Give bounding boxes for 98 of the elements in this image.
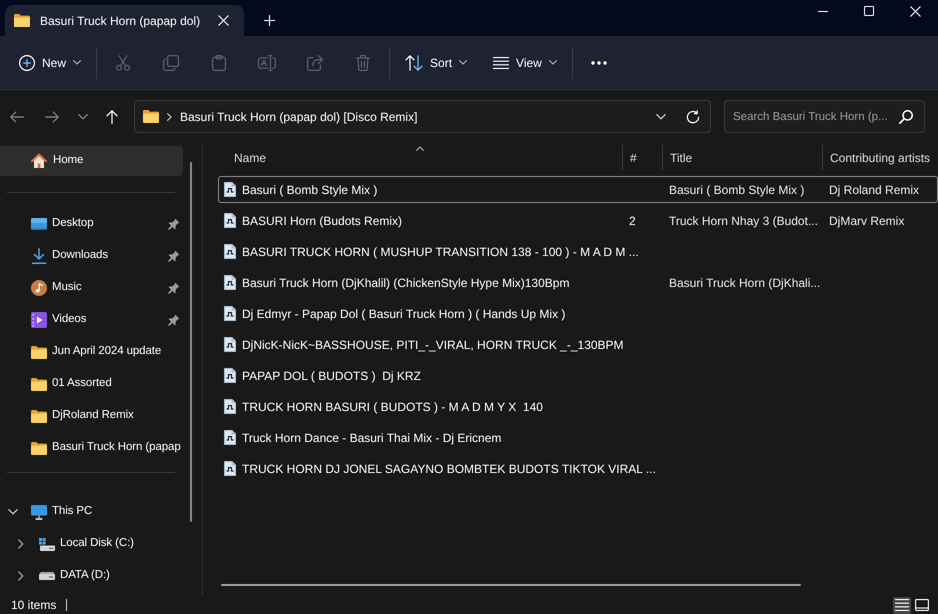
file-name: Basuri Truck Horn (DjKhalil) (ChickenStyle Hype Mix)130Bpm [242, 274, 570, 292]
details-view-icon [895, 599, 909, 611]
file-name: Truck Horn Dance - Basuri Thai Mix - Dj Ericnem [242, 430, 502, 446]
sidebar-item[interactable]: Local Disk (C:) [0, 528, 183, 560]
song-title: Basuri Truck Horn (DjKhali... [669, 276, 820, 290]
item-count: 10 items [11, 597, 56, 614]
search-icon[interactable] [899, 110, 913, 124]
track-number: 2 [629, 214, 636, 228]
audio-file-icon [224, 213, 236, 228]
sidebar-item[interactable]: Desktop [0, 208, 183, 240]
audio-file-icon [224, 306, 236, 321]
folder-icon [31, 346, 47, 358]
file-name: BASURI TRUCK HORN ( MUSHUP TRANSITION 138 - 100 ) - M A D M ... [242, 244, 639, 260]
file-row[interactable]: Basuri Truck Horn (DjKhalil) (ChickenStyle Hype Mix)130Bpm Basuri Truck Horn (DjKhali... [218, 269, 938, 296]
search-field[interactable]: Search Basuri Truck Horn (p... [724, 100, 925, 133]
caret-up-icon [416, 146, 424, 151]
close-icon[interactable] [218, 15, 229, 26]
drive-icon [39, 538, 55, 550]
file-row[interactable]: Dj Edmyr - Papap Dol ( Basuri Truck Horn ) ( Hands Up Mix ) [218, 300, 938, 327]
house-icon [31, 153, 47, 169]
sidebar-item[interactable]: Basuri Truck Horn (papap [0, 432, 183, 464]
breadcrumb[interactable]: Basuri Truck Horn (papap dol) [Disco Remix] [180, 108, 418, 126]
close-icon[interactable] [910, 6, 920, 16]
file-row[interactable]: Truck Horn Dance - Basuri Thai Mix - Dj Ericnem [218, 424, 938, 451]
sidebar-item[interactable]: This PC [0, 496, 183, 528]
sidebar-item[interactable]: Jun April 2024 update [0, 336, 183, 368]
tab[interactable]: Basuri Truck Horn (papap dol) [5, 5, 244, 36]
column-header[interactable]: # [622, 145, 662, 170]
sidebar-item[interactable]: DjRoland Remix [0, 400, 183, 432]
artist-name: Dj Roland Remix [829, 182, 920, 196]
audio-file-icon [224, 337, 236, 352]
plus-circle-icon [19, 54, 35, 70]
video-icon [31, 312, 47, 328]
audio-file-icon [224, 244, 236, 259]
sidebar-item[interactable]: Home [0, 146, 183, 176]
file-row[interactable]: BASURI TRUCK HORN ( MUSHUP TRANSITION 138 - 100 ) - M A D M ... [218, 238, 938, 265]
chevron-down-icon[interactable] [656, 114, 666, 120]
file-name: Basuri ( Bomb Style Mix ) [242, 182, 378, 198]
refresh-icon[interactable] [686, 110, 700, 124]
sort-arrows-icon [405, 54, 424, 70]
folder-icon [31, 442, 47, 454]
maximize-icon[interactable] [864, 6, 874, 16]
folder-icon [31, 378, 47, 390]
music-note-icon [31, 280, 47, 296]
chevron-down-icon[interactable] [8, 509, 18, 515]
audio-file-icon [224, 399, 236, 414]
file-name: Dj Edmyr - Papap Dol ( Basuri Truck Horn ) ( Hands Up Mix ) [242, 306, 566, 322]
drive-icon [39, 572, 55, 580]
file-row[interactable]: DjNicK-NicK~BASSHOUSE, PITI_-_VIRAL, HORN TRUCK _-_130BPM [218, 331, 938, 358]
column-header[interactable]: Name [218, 145, 622, 170]
minimize-icon[interactable] [818, 10, 828, 12]
column-header[interactable]: Contributing artists [822, 145, 938, 170]
file-row[interactable]: BASURI Horn (Budots Remix) 2 Truck Horn Nhay 3 (Budot... DjMarv Remix [218, 207, 938, 234]
details-view-button[interactable] [893, 596, 911, 614]
more-icon[interactable] [590, 60, 607, 64]
lines-icon [493, 56, 510, 68]
tiles-view-button[interactable] [913, 596, 931, 614]
scrollbar-thumb[interactable] [221, 584, 801, 586]
chevron-right-icon[interactable] [18, 571, 24, 581]
arrow-up-icon[interactable] [106, 110, 118, 124]
column-header[interactable]: Title [662, 145, 822, 170]
sidebar-item[interactable]: 01 Assorted [0, 368, 183, 400]
audio-file-icon [224, 275, 236, 290]
sidebar-item[interactable]: DATA (D:) [0, 560, 183, 592]
plus-icon[interactable] [264, 15, 275, 26]
sidebar-item[interactable]: Downloads [0, 240, 183, 272]
song-title: Basuri ( Bomb Style Mix ) [669, 182, 804, 196]
file-row[interactable]: TRUCK HORN DJ JONEL SAGAYNO BOMBTEK BUDOTS TIKTOK VIRAL ... [218, 455, 938, 482]
file-row[interactable]: PAPAP DOL ( BUDOTS ) Dj KRZ [218, 362, 938, 389]
computer-icon [31, 504, 47, 520]
audio-file-icon [224, 182, 236, 197]
new-button[interactable]: New [10, 44, 90, 80]
folder-icon [143, 110, 159, 123]
artist-name: DjMarv Remix [829, 214, 904, 228]
audio-file-icon [224, 430, 236, 445]
sort-button[interactable]: Sort [396, 44, 476, 80]
file-row[interactable]: TRUCK HORN BASURI ( BUDOTS ) - M A D M Y X 140 [218, 393, 938, 420]
tile-icon [915, 599, 929, 611]
desktop-icon [31, 218, 47, 230]
audio-file-icon [224, 461, 236, 476]
file-row[interactable]: Basuri ( Bomb Style Mix ) Basuri ( Bomb Style Mix ) Dj Roland Remix [218, 176, 938, 203]
folder-icon [31, 410, 47, 422]
sidebar-item[interactable]: Music [0, 272, 183, 304]
chevron-right-icon[interactable] [18, 539, 24, 549]
file-name: TRUCK HORN DJ JONEL SAGAYNO BOMBTEK BUDOTS TIKTOK VIRAL ... [242, 460, 656, 478]
address-bar[interactable]: Basuri Truck Horn (papap dol) [Disco Remix] [134, 100, 711, 133]
file-name: TRUCK HORN BASURI ( BUDOTS ) - M A D M Y X 140 [242, 398, 543, 416]
song-title: Truck Horn Nhay 3 (Budot... [669, 214, 818, 228]
file-name: BASURI Horn (Budots Remix) [242, 212, 402, 230]
sidebar-item[interactable]: Videos [0, 304, 183, 336]
file-name: PAPAP DOL ( BUDOTS ) Dj KRZ [242, 368, 421, 384]
folder-icon [14, 14, 30, 27]
audio-file-icon [224, 368, 236, 383]
download-arrow-icon [31, 248, 47, 264]
chevron-right-icon [167, 112, 172, 120]
view-button[interactable]: View [484, 44, 566, 80]
file-name: DjNicK-NicK~BASSHOUSE, PITI_-_VIRAL, HORN TRUCK _-_130BPM [242, 336, 624, 354]
scrollbar-thumb[interactable] [190, 162, 192, 522]
